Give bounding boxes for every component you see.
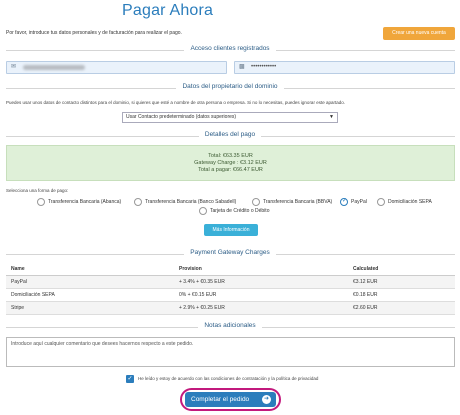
table-cell: €3.12 EUR — [348, 275, 455, 289]
payment-option-label: Transferencia Bancaria (Abanca) — [48, 199, 122, 205]
radio-button-checked[interactable] — [340, 197, 348, 206]
table-cell: Domiciliación SEPA — [6, 288, 174, 302]
notes-section-title: Notas adicionales — [0, 322, 460, 329]
column-header: Provision — [174, 263, 348, 276]
payment-option-label: Domiciliación SEPA — [388, 199, 432, 205]
table-cell: Stripe — [6, 301, 174, 315]
terms-label: He leído y estoy de acuerdo con las cond… — [138, 376, 319, 381]
notes-textarea[interactable]: Introduce aquí cualquier comentario que … — [6, 337, 455, 367]
payment-option-label: PayPal — [351, 199, 367, 205]
gateway-charges-table: Name Provision Calculated PayPal + 3.4% … — [6, 263, 455, 315]
radio-button[interactable] — [199, 207, 207, 215]
complete-order-button[interactable]: Completar el pedido ➜ — [185, 392, 276, 407]
table-cell: PayPal — [6, 275, 174, 289]
radio-button[interactable] — [252, 198, 260, 206]
password-value: •••••••••••• — [251, 64, 277, 70]
payment-option-abanca[interactable]: Transferencia Bancaria (Abanca) — [37, 198, 121, 206]
lock-icon: ▩ — [239, 64, 245, 70]
table-header-row: Name Provision Calculated — [6, 263, 455, 276]
email-value — [23, 62, 85, 73]
table-cell: + 3.4% + €0.35 EUR — [174, 275, 348, 289]
intro-text: Por favor, introduce tus datos personale… — [6, 30, 182, 36]
payment-option-label: Tarjeta de Crédito o Débito — [210, 208, 270, 214]
envelope-icon: ✉ — [11, 64, 17, 70]
radio-button[interactable] — [37, 198, 45, 206]
payment-method-prompt: Selecciona una forma de pago: — [6, 188, 69, 193]
table-cell: €0.18 EUR — [348, 288, 455, 302]
password-field[interactable]: ▩ •••••••••••• — [234, 61, 455, 74]
check-icon: ✓ — [127, 376, 133, 382]
payment-summary: Total: €63.35 EUR Gateway Charge : €3.12… — [6, 145, 455, 181]
radio-button[interactable] — [134, 198, 142, 206]
column-header: Calculated — [348, 263, 455, 276]
complete-order-label: Completar el pedido — [191, 396, 250, 403]
table-cell: €2.60 EUR — [348, 301, 455, 315]
email-field[interactable]: ✉ — [6, 61, 227, 74]
summary-total-to-pay: Total a pagar: €66.47 EUR — [198, 167, 263, 173]
arrow-right-icon: ➜ — [262, 395, 271, 404]
more-info-button[interactable]: Más Información — [204, 224, 258, 236]
payment-option-label: Transferencia Bancaria (BBVA) — [263, 199, 333, 205]
summary-total: Total: €63.35 EUR — [208, 153, 253, 159]
payment-details-title: Detalles del pago — [0, 131, 460, 138]
owner-helper-text: Puedes usar unos datos de contacto disti… — [6, 100, 345, 105]
gateway-charges-title: Payment Gateway Charges — [0, 249, 460, 256]
terms-checkbox[interactable]: ✓ — [126, 375, 134, 383]
table-cell: 0% + €0.15 EUR — [174, 288, 348, 302]
summary-gateway-charge: Gateway Charge : €3.12 EUR — [194, 160, 267, 166]
owner-section-title: Datos del propietario del dominio — [0, 83, 460, 90]
contact-select[interactable]: Usar Contacto predeterminado (datos supe… — [122, 112, 338, 123]
chevron-down-icon: ▼ — [329, 114, 334, 120]
payment-option-sepa[interactable]: Domiciliación SEPA — [377, 198, 432, 206]
create-account-button[interactable]: Crear una nueva cuenta — [383, 27, 455, 40]
page-title: Pagar Ahora — [122, 2, 214, 19]
payment-option-bbva[interactable]: Transferencia Bancaria (BBVA) — [252, 198, 332, 206]
table-row: Stripe + 2.9% + €0.25 EUR €2.60 EUR — [6, 301, 455, 315]
payment-option-sabadell[interactable]: Transferencia Bancaria (Banco Sabadell) — [134, 198, 236, 206]
payment-option-label: Transferencia Bancaria (Banco Sabadell) — [145, 199, 237, 205]
redacted-email — [23, 65, 85, 71]
payment-option-paypal[interactable]: PayPal — [340, 197, 367, 206]
contact-select-value: Usar Contacto predeterminado (datos supe… — [126, 114, 237, 120]
table-row: Domiciliación SEPA 0% + €0.15 EUR €0.18 … — [6, 288, 455, 302]
radio-button[interactable] — [377, 198, 385, 206]
login-section-title: Acceso clientes registrados — [0, 45, 460, 52]
column-header: Name — [6, 263, 174, 276]
table-cell: + 2.9% + €0.25 EUR — [174, 301, 348, 315]
payment-option-card[interactable]: Tarjeta de Crédito o Débito — [199, 207, 269, 215]
table-row: PayPal + 3.4% + €0.35 EUR €3.12 EUR — [6, 275, 455, 289]
